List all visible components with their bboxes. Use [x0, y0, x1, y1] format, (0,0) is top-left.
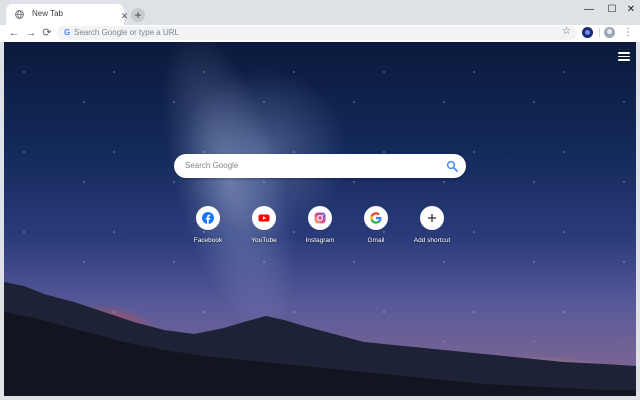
shortcut-add[interactable]: Add shortcut [404, 206, 460, 250]
shortcut-label: YouTube [251, 237, 277, 244]
close-window-button[interactable]: ✕ [624, 4, 638, 16]
globe-icon [15, 10, 24, 19]
youtube-icon [258, 214, 270, 222]
plus-icon [428, 214, 436, 222]
google-icon: G [64, 28, 71, 37]
shortcut-tile[interactable] [252, 206, 276, 230]
bookmark-star-icon[interactable]: ☆ [562, 27, 572, 37]
shortcut-gmail[interactable]: Gmail [348, 206, 404, 250]
shortcut-label: Add shortcut [413, 237, 451, 244]
maximize-button[interactable]: ☐ [605, 4, 619, 16]
new-tab-page: Search Google Facebook YouTube Instagram… [4, 42, 636, 396]
profile-avatar[interactable] [604, 27, 615, 38]
address-bar-placeholder: Search Google or type a URL [74, 28, 179, 37]
tab-strip: New Tab ✕ + — ☐ ✕ [0, 0, 640, 25]
tab-new-tab[interactable]: New Tab ✕ [6, 4, 128, 25]
address-bar[interactable]: G Search Google or type a URL [57, 26, 577, 40]
facebook-icon [202, 212, 214, 224]
customize-menu-icon[interactable] [618, 52, 630, 62]
search-input[interactable]: Search Google [185, 160, 238, 172]
extension-icon[interactable] [582, 27, 593, 38]
shortcut-label: Facebook [193, 237, 223, 244]
shortcut-tile[interactable] [420, 206, 444, 230]
browser-menu-icon[interactable]: ⋮ [623, 27, 633, 39]
google-icon [370, 212, 382, 224]
search-box[interactable]: Search Google [174, 154, 466, 178]
forward-button[interactable]: → [25, 27, 37, 39]
instagram-icon [314, 212, 326, 224]
back-button[interactable]: ← [8, 27, 20, 39]
shortcut-tile[interactable] [364, 206, 388, 230]
toolbar-divider [599, 28, 600, 38]
minimize-button[interactable]: — [582, 4, 596, 16]
browser-toolbar: ← → ⟳ G Search Google or type a URL ☆ ⋮ [0, 25, 640, 42]
close-tab-icon[interactable]: ✕ [119, 11, 130, 22]
tab-title: New Tab [32, 9, 63, 18]
new-tab-button[interactable]: + [131, 8, 145, 22]
shortcut-facebook[interactable]: Facebook [180, 206, 236, 250]
shortcut-youtube[interactable]: YouTube [236, 206, 292, 250]
search-icon[interactable] [446, 160, 458, 172]
shortcut-instagram[interactable]: Instagram [292, 206, 348, 250]
reload-button[interactable]: ⟳ [41, 27, 53, 39]
shortcut-tile[interactable] [308, 206, 332, 230]
shortcut-tile[interactable] [196, 206, 220, 230]
background-mountains [4, 282, 636, 396]
shortcut-label: Instagram [305, 237, 335, 244]
shortcut-label: Gmail [367, 237, 385, 244]
